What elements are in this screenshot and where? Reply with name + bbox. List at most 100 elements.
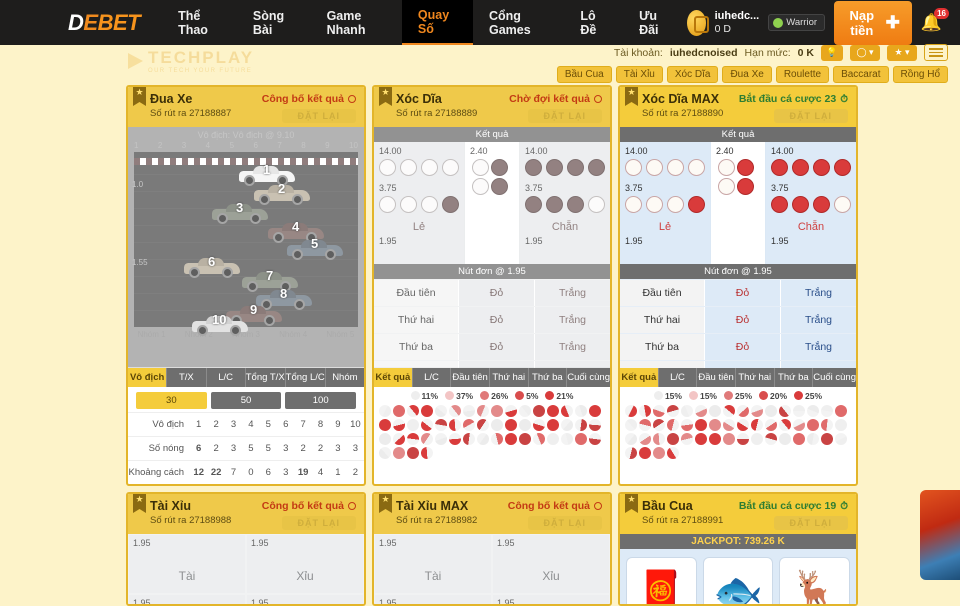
bet-red-cell[interactable]: Đỏ	[458, 334, 534, 360]
pill-xoc-dia[interactable]: Xóc Dĩa	[667, 66, 719, 83]
xocdiamax-left-column[interactable]: 14.00 3.75 1.95 Lẻ	[620, 142, 711, 264]
card-tai-xiu-max[interactable]: ★ Tài Xỉu MAX Số rút ra 27188982 Công bố…	[372, 492, 612, 606]
xocdiamax-mid-column[interactable]: 2.40	[711, 142, 766, 264]
notification-bell-icon[interactable]: 🔔 16	[921, 13, 946, 33]
bet-red-cell[interactable]: Đỏ	[704, 307, 780, 333]
card-dua-xe[interactable]: ★ Đua Xe Số rút ra 27188887 Công bố kết …	[126, 85, 366, 486]
quad-chan[interactable]: 1.95 Chẵn	[246, 594, 364, 606]
history-dot	[407, 447, 419, 459]
nav-item-uu-dai[interactable]: Ưu Đãi	[623, 0, 687, 45]
quad-tai[interactable]: 1.95 Tài	[374, 534, 492, 594]
nav-item-quay-so[interactable]: Quay Số	[402, 0, 473, 45]
tab-cuoi-cung[interactable]: Cuối cùng	[813, 368, 856, 387]
bet-white-cell[interactable]: Trắng	[780, 280, 856, 306]
tab-ket-qua[interactable]: Kết quả	[620, 368, 659, 387]
card-bau-cua[interactable]: ★ Bầu Cua Số rút ra 27188991 Bắt đầu cá …	[618, 492, 858, 606]
nav-item-the-thao[interactable]: Thể Thao	[162, 0, 237, 45]
bet-white-cell[interactable]: Trắng	[534, 280, 610, 306]
pill-baccarat[interactable]: Baccarat	[833, 66, 888, 83]
pill-rong-ho[interactable]: Rồng Hổ	[893, 66, 948, 83]
quad-chan[interactable]: 1.95 Chẵn	[492, 594, 610, 606]
pill-tai-xiu[interactable]: Tài Xỉu	[616, 66, 663, 83]
tile-deer[interactable]: 🦌	[779, 557, 850, 606]
favorite-star-button[interactable]: ★ ▾	[887, 45, 917, 61]
tab-thu-hai[interactable]: Thứ hai	[736, 368, 775, 387]
tab-tong-lc[interactable]: Tổng L/C	[286, 368, 326, 387]
tab-lc[interactable]: L/C	[659, 368, 698, 387]
bet-white-cell[interactable]: Trắng	[534, 334, 610, 360]
bet-red-cell[interactable]: Đỏ	[458, 307, 534, 333]
chip-100[interactable]: 100	[285, 392, 356, 409]
floating-promo-banner[interactable]	[920, 490, 960, 580]
nav-item-game-nhanh[interactable]: Game Nhanh	[311, 0, 402, 45]
bet-row-thu-ba[interactable]: Thứ ba Đỏ Trắng	[374, 333, 610, 360]
quad-tai[interactable]: 1.95 Tài	[128, 534, 246, 594]
bet-again-button[interactable]: ĐẶT LẠI	[528, 109, 603, 123]
bet-red-cell[interactable]: Đỏ	[704, 280, 780, 306]
tab-cuoi-cung[interactable]: Cuối cùng	[567, 368, 610, 387]
xocdiamax-right-column[interactable]: 14.00 3.75 1.95 Chẵn	[766, 142, 856, 264]
quad-le[interactable]: 1.95 Lẻ	[128, 594, 246, 606]
bet-again-button[interactable]: ĐẶT LẠI	[774, 109, 849, 123]
deposit-button[interactable]: Nạp tiền ✚	[834, 1, 912, 45]
odd-value: 1.95	[525, 236, 543, 246]
tab-tong-tx[interactable]: Tổng T/X	[246, 368, 286, 387]
tile-fish[interactable]: 🐟	[703, 557, 774, 606]
history-dot	[393, 405, 405, 417]
lightbulb-icon-button[interactable]: 💡	[821, 45, 843, 61]
bet-row-dau-tien[interactable]: Đầu tiên Đỏ Trắng	[620, 279, 856, 306]
nav-item-cong-games[interactable]: Cổng Games	[473, 0, 564, 45]
quad-le[interactable]: 1.95 Lẻ	[374, 594, 492, 606]
nav-item-lo-de[interactable]: Lô Đề	[564, 0, 623, 45]
tab-nhom[interactable]: Nhóm	[326, 368, 364, 387]
bet-white-cell[interactable]: Trắng	[780, 334, 856, 360]
tab-ket-qua[interactable]: Kết quả	[374, 368, 413, 387]
history-dot	[709, 419, 721, 431]
tab-lc[interactable]: L/C	[413, 368, 452, 387]
pill-dua-xe[interactable]: Đua Xe	[722, 66, 771, 83]
card-xoc-dia[interactable]: ★ Xóc Dĩa Số rút ra 27188889 Chờ đợi kết…	[372, 85, 612, 486]
user-info[interactable]: iuhedc... 0 D	[715, 9, 760, 37]
menu-hamburger-button[interactable]	[924, 44, 948, 61]
tab-lc[interactable]: L/C	[207, 368, 246, 387]
chip-30[interactable]: 30	[136, 392, 207, 409]
refresh-icon-button[interactable]: ◯ ▾	[850, 45, 880, 61]
tab-dau-tien[interactable]: Đầu tiên	[697, 368, 736, 387]
site-logo[interactable]: DEBET	[68, 10, 140, 36]
card-tai-xiu[interactable]: ★ Tài Xỉu Số rút ra 27188988 Công bố kết…	[126, 492, 366, 606]
bet-red-cell[interactable]: Đỏ	[458, 280, 534, 306]
bet-white-cell[interactable]: Trắng	[534, 307, 610, 333]
tab-dau-tien[interactable]: Đầu tiên	[451, 368, 490, 387]
pill-roulette[interactable]: Roulette	[776, 66, 829, 83]
bet-row-thu-hai[interactable]: Thứ hai Đỏ Trắng	[374, 306, 610, 333]
tab-thu-ba[interactable]: Thứ ba	[775, 368, 814, 387]
bet-again-button[interactable]: ĐẶT LẠI	[282, 516, 357, 530]
odd-value: 1.95	[379, 236, 397, 246]
bet-row-thu-ba[interactable]: Thứ ba Đỏ Trắng	[620, 333, 856, 360]
bet-row-thu-hai[interactable]: Thứ hai Đỏ Trắng	[620, 306, 856, 333]
xocdia-mid-column[interactable]: 2.40	[465, 142, 520, 264]
bet-again-button[interactable]: ĐẶT LẠI	[774, 516, 849, 530]
chip-50[interactable]: 50	[211, 392, 282, 409]
xocdia-right-column[interactable]: 14.00 3.75 1.95 Chẵn	[520, 142, 610, 264]
tab-thu-hai[interactable]: Thứ hai	[490, 368, 529, 387]
quad-xiu[interactable]: 1.95 Xỉu	[492, 534, 610, 594]
tab-thu-ba[interactable]: Thứ ba	[529, 368, 568, 387]
bet-row-dau-tien[interactable]: Đầu tiên Đỏ Trắng	[374, 279, 610, 306]
label-chan: Chẵn	[525, 221, 605, 233]
pill-bau-cua[interactable]: Bầu Cua	[557, 66, 612, 83]
xocdia-left-column[interactable]: 14.00 3.75 1.95 Lẻ	[374, 142, 465, 264]
bet-again-button[interactable]: ĐẶT LẠI	[282, 109, 357, 123]
tab-vo-dich[interactable]: Vô địch	[128, 368, 167, 387]
race-track: 1.0 1.55 1 2 3	[134, 152, 358, 327]
bet-red-cell[interactable]: Đỏ	[704, 334, 780, 360]
tab-tx[interactable]: T/X	[167, 368, 206, 387]
quad-xiu[interactable]: 1.95 Xỉu	[246, 534, 364, 594]
bet-again-button[interactable]: ĐẶT LẠI	[528, 516, 603, 530]
race-car: 6	[184, 256, 240, 278]
card-xoc-dia-max[interactable]: ★ Xóc Dĩa MAX Số rút ra 27188890 Bắt đầu…	[618, 85, 858, 486]
bet-white-cell[interactable]: Trắng	[780, 307, 856, 333]
nav-item-song-bai[interactable]: Sòng Bài	[237, 0, 311, 45]
tile-gourd[interactable]: 🧧	[626, 557, 697, 606]
draw-id: 27188982	[435, 515, 477, 526]
